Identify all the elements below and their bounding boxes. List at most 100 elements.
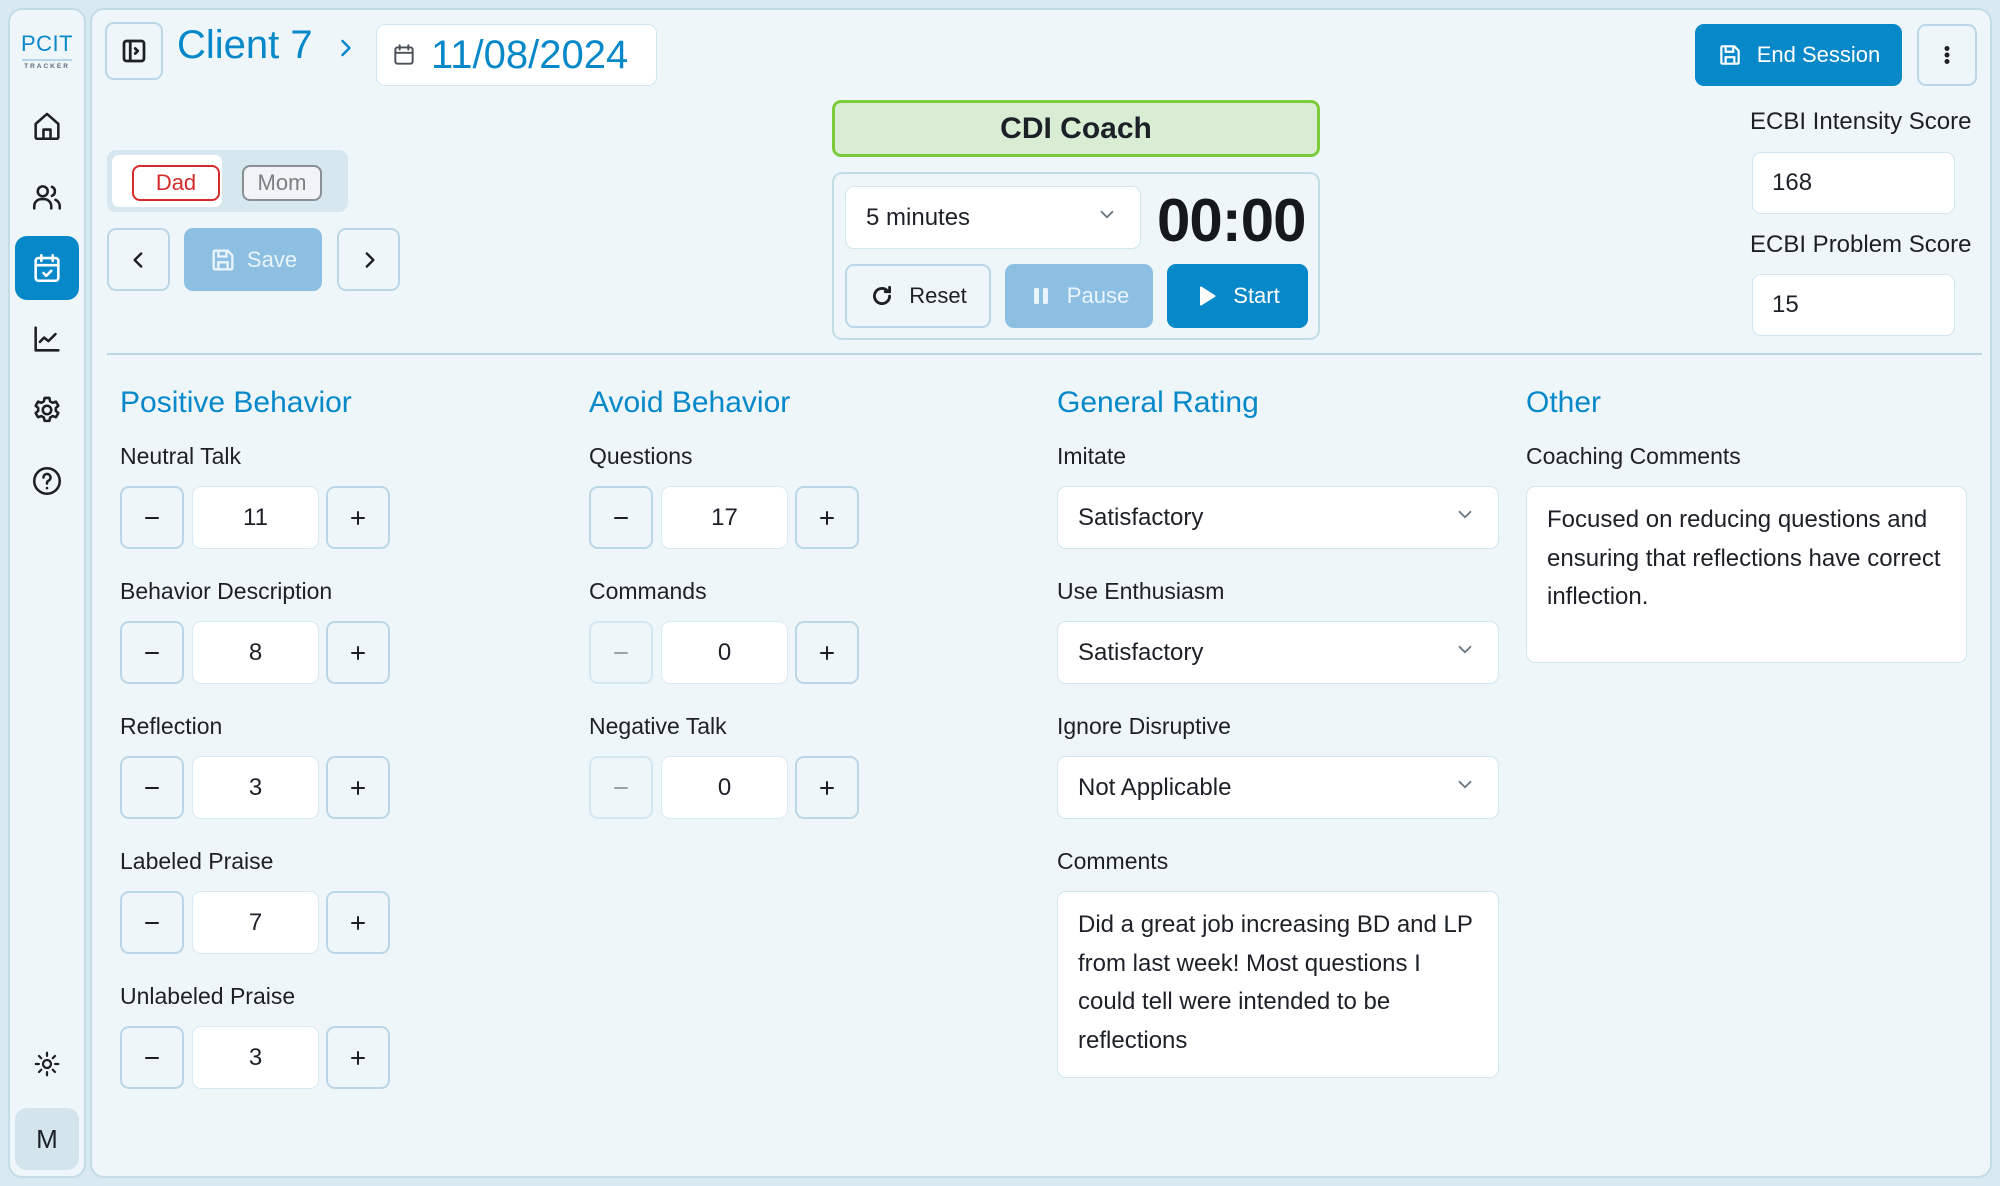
questions-count-input[interactable]: 17 (661, 486, 788, 549)
parent-tab-dad[interactable]: Dad (132, 165, 220, 201)
field-label: Commands (589, 578, 707, 604)
reflection-count-input[interactable]: 3 (192, 756, 319, 819)
decrement-neutral-talk-button[interactable] (120, 486, 184, 549)
session-mode-banner: CDI Coach (832, 100, 1320, 157)
user-avatar[interactable]: M (15, 1108, 79, 1170)
logo-subtext: TRACKER (24, 63, 70, 70)
field-label: Questions (589, 443, 693, 469)
increment-questions-button[interactable] (795, 486, 859, 549)
minus-icon (145, 1056, 159, 1059)
field-label: Negative Talk (589, 713, 727, 739)
section-divider (107, 353, 1982, 355)
sidebar-item-clients[interactable] (15, 165, 79, 229)
decrement-behavior-description-button[interactable] (120, 621, 184, 684)
next-button[interactable] (337, 228, 400, 291)
timer-reset-button[interactable]: Reset (845, 264, 991, 328)
ecbi-intensity-input[interactable]: 168 (1752, 152, 1955, 214)
toggle-sidebar-button[interactable] (105, 22, 163, 80)
sidebar: PCIT TRACKER M (8, 8, 86, 1178)
minus-icon (614, 786, 628, 789)
rating-select-value: Satisfactory (1078, 503, 1204, 531)
increment-behavior-description-button[interactable] (326, 621, 390, 684)
plus-icon (351, 510, 365, 525)
timer-duration-select[interactable]: 5 minutes (845, 186, 1141, 249)
ecbi-problem-input[interactable]: 15 (1752, 274, 1955, 336)
session-date-picker[interactable]: 11/08/2024 (376, 24, 657, 86)
sun-icon (34, 1051, 60, 1077)
rating-select-imitate[interactable]: Satisfactory (1057, 486, 1499, 549)
comments-textarea[interactable]: Did a great job increasing BD and LP fro… (1057, 891, 1499, 1078)
more-options-button[interactable] (1917, 24, 1977, 86)
theme-toggle-button[interactable] (15, 1032, 79, 1096)
minus-icon (145, 921, 159, 924)
minus-icon (614, 516, 628, 519)
rating-select-ignore-disruptive[interactable]: Not Applicable (1057, 756, 1499, 819)
calendar-check-icon (34, 253, 60, 283)
decrement-commands-button[interactable] (589, 621, 653, 684)
comments-label: Comments (1057, 848, 1169, 874)
sidebar-item-help[interactable] (15, 449, 79, 513)
ecbi-problem-label: ECBI Problem Score (1750, 231, 1972, 258)
chevron-left-icon (132, 251, 142, 268)
minus-icon (614, 651, 628, 654)
field-label: Use Enthusiasm (1057, 578, 1225, 604)
chevron-down-icon (1096, 203, 1118, 232)
increment-negative-talk-button[interactable] (795, 756, 859, 819)
decrement-unlabeled-praise-button[interactable] (120, 1026, 184, 1089)
increment-unlabeled-praise-button[interactable] (326, 1026, 390, 1089)
decrement-negative-talk-button[interactable] (589, 756, 653, 819)
save-icon (212, 249, 234, 270)
timer-display: 00:00 (1157, 187, 1306, 254)
field-label: Behavior Description (120, 578, 333, 604)
field-label: Ignore Disruptive (1057, 713, 1231, 739)
field-label: Labeled Praise (120, 848, 274, 874)
increment-neutral-talk-button[interactable] (326, 486, 390, 549)
start-label: Start (1233, 283, 1280, 308)
commands-count-input[interactable]: 0 (661, 621, 788, 684)
chevron-down-icon (1454, 638, 1476, 667)
chart-line-icon (34, 326, 60, 352)
save-button[interactable]: Save (184, 228, 322, 291)
timer-panel: 5 minutes 00:00 Reset Pause Start (832, 172, 1320, 340)
plus-icon (351, 780, 365, 795)
sidebar-item-settings[interactable] (15, 378, 79, 442)
decrement-labeled-praise-button[interactable] (120, 891, 184, 954)
plus-icon (351, 1050, 365, 1065)
client-name[interactable]: Client 7 (177, 15, 313, 75)
timer-start-button[interactable]: Start (1167, 264, 1308, 328)
save-icon (1719, 45, 1740, 65)
rating-select-value: Satisfactory (1078, 638, 1204, 666)
rating-select-use-enthusiasm[interactable]: Satisfactory (1057, 621, 1499, 684)
increment-labeled-praise-button[interactable] (326, 891, 390, 954)
decrement-reflection-button[interactable] (120, 756, 184, 819)
decrement-questions-button[interactable] (589, 486, 653, 549)
sidebar-item-home[interactable] (15, 94, 79, 158)
neutral-talk-count-input[interactable]: 11 (192, 486, 319, 549)
coaching-comments-textarea[interactable]: Focused on reducing questions and ensuri… (1526, 486, 1967, 663)
parent-tab-mom[interactable]: Mom (242, 165, 322, 201)
previous-button[interactable] (107, 228, 170, 291)
negative-talk-count-input[interactable]: 0 (661, 756, 788, 819)
sidebar-item-progress[interactable] (15, 307, 79, 371)
end-session-label: End Session (1756, 42, 1881, 67)
rating-select-value: Not Applicable (1078, 773, 1232, 801)
labeled-praise-count-input[interactable]: 7 (192, 891, 319, 954)
calendar-icon (394, 44, 414, 65)
plus-icon (351, 645, 365, 660)
help-circle-icon (32, 466, 62, 496)
behavior-description-count-input[interactable]: 8 (192, 621, 319, 684)
minus-icon (145, 786, 159, 789)
chevron-down-icon (1454, 503, 1476, 532)
session-date: 11/08/2024 (431, 32, 629, 77)
sidebar-item-sessions[interactable] (15, 236, 79, 300)
users-icon (32, 185, 62, 210)
increment-reflection-button[interactable] (326, 756, 390, 819)
parent-selector: Dad Mom (107, 150, 348, 212)
unlabeled-praise-count-input[interactable]: 3 (192, 1026, 319, 1089)
timer-pause-button[interactable]: Pause (1005, 264, 1153, 328)
section-title: Avoid Behavior (589, 386, 791, 419)
end-session-button[interactable]: End Session (1695, 24, 1902, 86)
increment-commands-button[interactable] (795, 621, 859, 684)
logo-divider (22, 59, 72, 61)
app-logo: PCIT TRACKER (10, 32, 84, 71)
